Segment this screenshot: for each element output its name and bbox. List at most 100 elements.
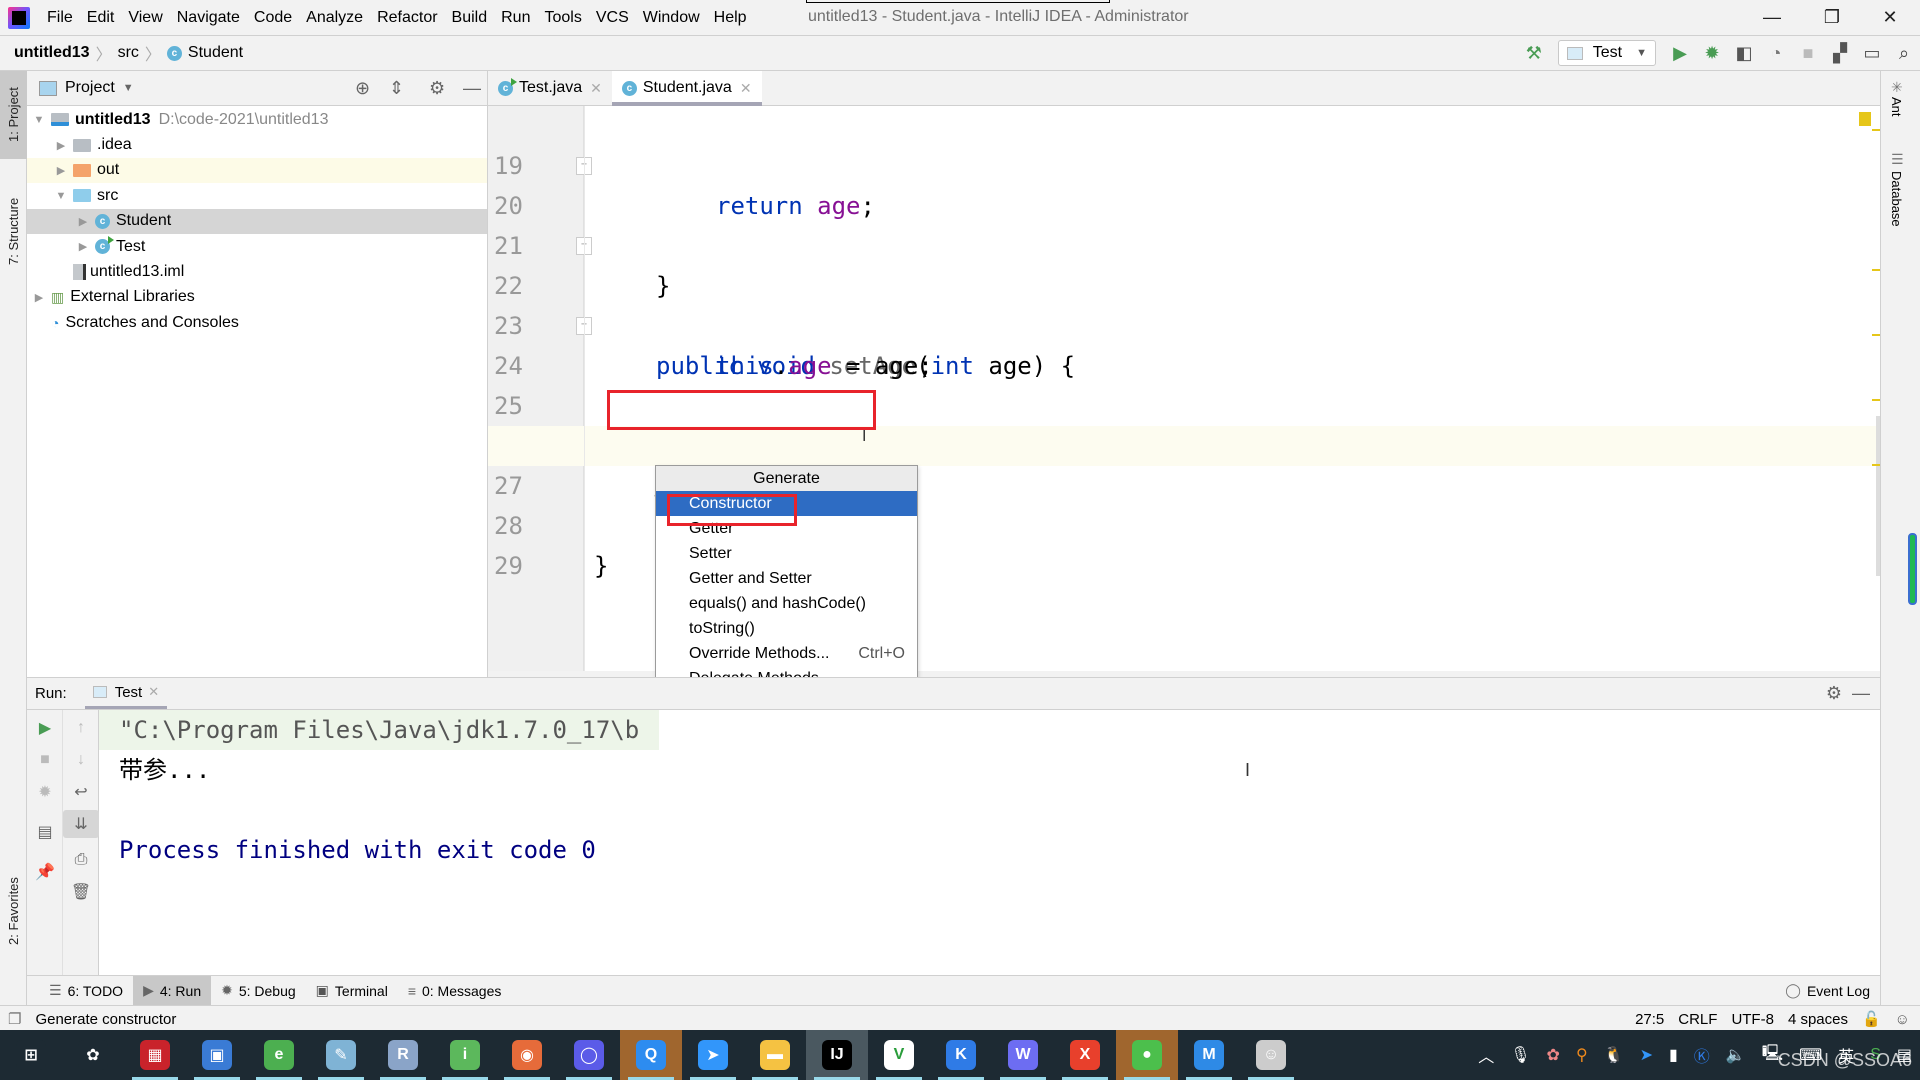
taskbar-w-app[interactable]: W <box>992 1030 1054 1080</box>
stop-icon[interactable]: ■ <box>27 746 63 774</box>
menu-view[interactable]: View <box>121 9 169 27</box>
taskbar-file-explorer[interactable]: ▬ <box>744 1030 806 1080</box>
code-line[interactable]: 25 <box>488 346 1880 420</box>
menu-navigate[interactable]: Navigate <box>170 9 247 27</box>
menu-run[interactable]: Run <box>494 9 537 27</box>
expand-arrow-icon[interactable]: ▶ <box>31 291 47 304</box>
taskbar-notepad-app[interactable]: ✎ <box>310 1030 372 1080</box>
generate-equals-hashcode[interactable]: equals() and hashCode() <box>656 591 917 616</box>
caret-position[interactable]: 27:5 <box>1635 1011 1664 1028</box>
generate-override-methods[interactable]: Override Methods... Ctrl+O <box>656 641 917 666</box>
breadcrumb-project[interactable]: untitled13 <box>14 44 90 62</box>
taskbar-r-app[interactable]: R <box>372 1030 434 1080</box>
pin-icon[interactable]: 📌 <box>27 858 63 886</box>
expand-arrow-icon[interactable]: ▼ <box>53 190 69 202</box>
menu-vcs[interactable]: VCS <box>589 9 636 27</box>
coverage-icon[interactable]: ◧ <box>1728 37 1760 69</box>
search-icon[interactable]: ⌕ <box>1888 37 1920 69</box>
generate-getter-and-setter[interactable]: Getter and Setter <box>656 566 917 591</box>
run-configuration-select[interactable]: Test ▼ <box>1557 40 1656 66</box>
taskbar-m-app[interactable]: M <box>1178 1030 1240 1080</box>
k-tray-icon[interactable]: Ⓚ <box>1694 1043 1710 1067</box>
menu-window[interactable]: Window <box>636 9 707 27</box>
presentation-icon[interactable]: ▭ <box>1856 37 1888 69</box>
toggle-tool-windows-icon[interactable]: ❐ <box>8 1010 21 1028</box>
tool-debug[interactable]: ✹ 5: Debug <box>211 976 306 1005</box>
minimize-button[interactable]: — <box>1752 4 1792 30</box>
tree-item-student[interactable]: ▶ c Student <box>27 208 487 234</box>
taskbar-vnc-app[interactable]: V <box>868 1030 930 1080</box>
line-separator[interactable]: CRLF <box>1678 1011 1717 1028</box>
send-app-icon[interactable]: ➤ <box>1640 1045 1653 1065</box>
tool-todo[interactable]: ☰ 6: TODO <box>39 976 133 1005</box>
memory-indicator[interactable] <box>1908 533 1917 605</box>
taskbar-red-grid-app[interactable]: ▦ <box>124 1030 186 1080</box>
restore-button[interactable]: ❐ <box>1812 4 1852 30</box>
code-line[interactable]: 24 − } <box>488 306 1880 460</box>
tree-item-test[interactable]: ▶ c Test <box>27 234 487 259</box>
rerun-icon[interactable]: ▶ <box>27 714 63 742</box>
tab-structure[interactable]: 7: Structure <box>0 181 27 281</box>
down-arrow-icon[interactable]: ↓ <box>63 746 99 774</box>
menu-tools[interactable]: Tools <box>537 9 588 27</box>
layout-icon[interactable]: ▤ <box>27 818 63 846</box>
gear-icon[interactable]: ⚙ <box>429 78 445 99</box>
project-view-select[interactable]: Project <box>65 79 115 97</box>
tree-item-scratches[interactable]: ◔ Scratches and Consoles <box>27 310 487 335</box>
tab-test-java[interactable]: c Test.java ✕ <box>488 71 612 105</box>
taskbar-green-doc-app[interactable]: i <box>434 1030 496 1080</box>
file-encoding[interactable]: UTF-8 <box>1731 1011 1774 1028</box>
tree-item-out[interactable]: ▶ out <box>27 157 487 184</box>
close-button[interactable]: ✕ <box>1870 4 1910 30</box>
menu-file[interactable]: File <box>40 9 80 27</box>
microphone-icon[interactable]: 🎙 <box>1510 1045 1530 1065</box>
code-line[interactable]: 20 − } <box>488 146 1880 300</box>
taskbar-chrome-like-app[interactable]: ◉ <box>496 1030 558 1080</box>
taskbar-x-app[interactable]: X <box>1054 1030 1116 1080</box>
taskbar-avatar-app[interactable]: ☺ <box>1240 1030 1302 1080</box>
breadcrumb-file[interactable]: Student <box>188 44 243 62</box>
collapse-all-icon[interactable]: ⇕ <box>389 78 404 99</box>
run-tab-test[interactable]: Test ✕ <box>84 678 168 709</box>
hide-panel-icon[interactable]: — <box>1852 683 1870 704</box>
tree-item-untitled13[interactable]: ▼ untitled13 D:\code-2021\untitled13 <box>27 107 487 132</box>
tool-run[interactable]: ▶ 4: Run <box>133 976 212 1005</box>
build-hammer-icon[interactable]: ⚒ <box>1518 37 1550 69</box>
tab-project[interactable]: 1: Project <box>0 71 27 159</box>
tab-favorites[interactable]: 2: Favorites <box>0 861 27 961</box>
menu-build[interactable]: Build <box>445 9 495 27</box>
code-line[interactable]: 22 − public void setAge(int age) { <box>488 226 1880 380</box>
chevron-down-icon[interactable]: ▼ <box>123 82 134 94</box>
bookmark-icon[interactable]: ▮ <box>1669 1045 1678 1065</box>
tree-item-idea[interactable]: ▶ .idea <box>27 132 487 157</box>
breadcrumb-folder[interactable]: src <box>118 44 139 62</box>
menu-help[interactable]: Help <box>707 9 754 27</box>
analysis-status-icon[interactable] <box>1859 112 1871 126</box>
debug-disabled-icon[interactable]: ✹ <box>27 778 63 806</box>
menu-edit[interactable]: Edit <box>80 9 122 27</box>
taskbar-start[interactable]: ⊞ <box>0 1030 62 1080</box>
tab-ant[interactable]: Ant <box>1889 97 1904 117</box>
up-arrow-icon[interactable]: ↑ <box>63 714 99 742</box>
code-line[interactable]: 21 <box>488 186 1880 260</box>
tree-item-iml[interactable]: untitled13.iml <box>27 259 487 284</box>
close-tab-icon[interactable]: ✕ <box>148 684 159 700</box>
taskbar-blue-circle-app[interactable]: ◯ <box>558 1030 620 1080</box>
expand-arrow-icon[interactable]: ▶ <box>53 164 69 177</box>
menu-refactor[interactable]: Refactor <box>370 9 444 27</box>
taskbar-pinwheel-app[interactable]: ✿ <box>62 1030 124 1080</box>
code-line-current[interactable]: 27 <box>488 426 1880 500</box>
tree-item-external-libraries[interactable]: ▶ ▥ External Libraries <box>27 285 487 310</box>
tab-student-java[interactable]: c Student.java ✕ <box>611 71 762 106</box>
volume-icon[interactable]: 🔈 <box>1726 1045 1746 1065</box>
search-tray-icon[interactable]: ⚲ <box>1576 1045 1588 1065</box>
taskbar-window-app[interactable]: ▣ <box>186 1030 248 1080</box>
indent-setting[interactable]: 4 spaces <box>1788 1011 1848 1028</box>
code-line[interactable]: 23 this.age = age; <box>488 266 1880 380</box>
generate-setter[interactable]: Setter <box>656 541 917 566</box>
inspector-hat-icon[interactable]: ☺ <box>1895 1011 1910 1028</box>
flower-app-icon[interactable]: ✿ <box>1547 1045 1560 1065</box>
expand-arrow-icon[interactable]: ▶ <box>75 215 91 228</box>
profile-icon[interactable]: ◔ <box>1760 37 1792 69</box>
tool-event-log[interactable]: ◯ Event Log <box>1775 976 1880 1005</box>
